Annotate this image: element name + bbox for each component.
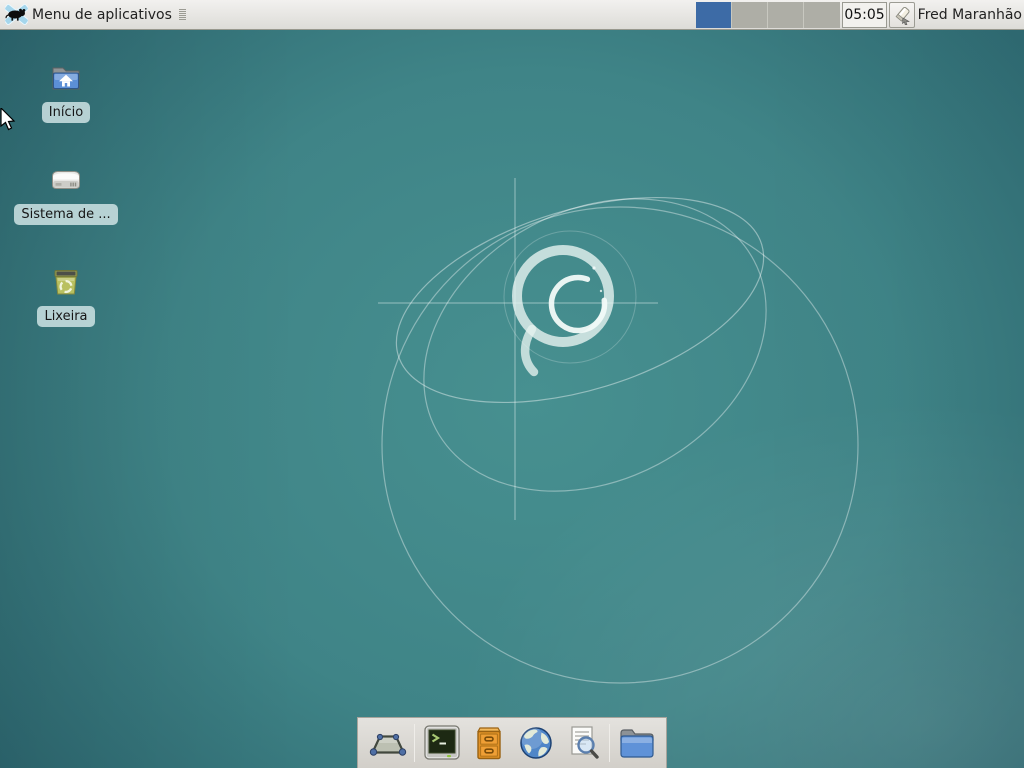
show-desktop-icon	[368, 724, 408, 762]
mouse-cursor	[0, 108, 18, 132]
desktop-icon-label: Sistema de ...	[14, 204, 117, 225]
web-browser-globe-icon	[517, 724, 555, 762]
usb-drive-icon	[892, 5, 912, 25]
terminal-launcher[interactable]	[418, 721, 465, 765]
dock-separator	[609, 724, 610, 762]
workspace-4[interactable]	[804, 2, 840, 28]
search-document-icon	[564, 724, 602, 762]
applications-menu-label: Menu de aplicativos	[32, 7, 172, 23]
terminal-icon	[422, 724, 462, 762]
clock[interactable]: 05:05	[842, 2, 886, 28]
screen: Menu de aplicativos 05:05 Fred Maranhão	[0, 0, 1024, 768]
folder-icon	[617, 724, 657, 762]
desktop-icon-label: Lixeira	[37, 306, 94, 327]
panel-right-group: 05:05 Fred Maranhão	[696, 0, 1024, 30]
workspace-switcher	[696, 2, 840, 28]
filesystem-drive-icon	[50, 164, 82, 196]
workspace-2[interactable]	[732, 2, 768, 28]
desktop-icon-inicio[interactable]: Início	[11, 62, 121, 123]
xfce-mouse-icon	[5, 3, 28, 26]
clock-time: 05:05	[844, 7, 884, 23]
show-desktop-button[interactable]	[364, 721, 411, 765]
file-cabinet-launcher[interactable]	[465, 721, 512, 765]
trash-icon	[50, 266, 82, 298]
file-cabinet-icon	[470, 724, 508, 762]
panel-grip-handle[interactable]	[179, 9, 186, 20]
desktop-icon-sistema[interactable]: Sistema de ...	[11, 164, 121, 225]
file-manager-launcher[interactable]	[613, 721, 660, 765]
workspace-3[interactable]	[768, 2, 804, 28]
debian-swirl-icon	[517, 250, 609, 372]
username-label: Fred Maranhão	[918, 7, 1022, 23]
desktop-icon-label: Início	[42, 102, 90, 123]
top-panel: Menu de aplicativos 05:05 Fred Maranhão	[0, 0, 1024, 30]
bottom-dock-panel	[357, 717, 667, 768]
debian-joy-artwork	[0, 0, 1024, 768]
removable-media-button[interactable]	[889, 2, 915, 28]
home-folder-icon	[50, 62, 82, 94]
desktop-wallpaper	[0, 0, 1024, 768]
workspace-1[interactable]	[696, 2, 732, 28]
dock-separator	[414, 724, 415, 762]
web-browser-launcher[interactable]	[512, 721, 559, 765]
desktop-icon-lixeira[interactable]: Lixeira	[11, 266, 121, 327]
search-launcher[interactable]	[559, 721, 606, 765]
applications-menu-button[interactable]: Menu de aplicativos	[0, 0, 192, 30]
